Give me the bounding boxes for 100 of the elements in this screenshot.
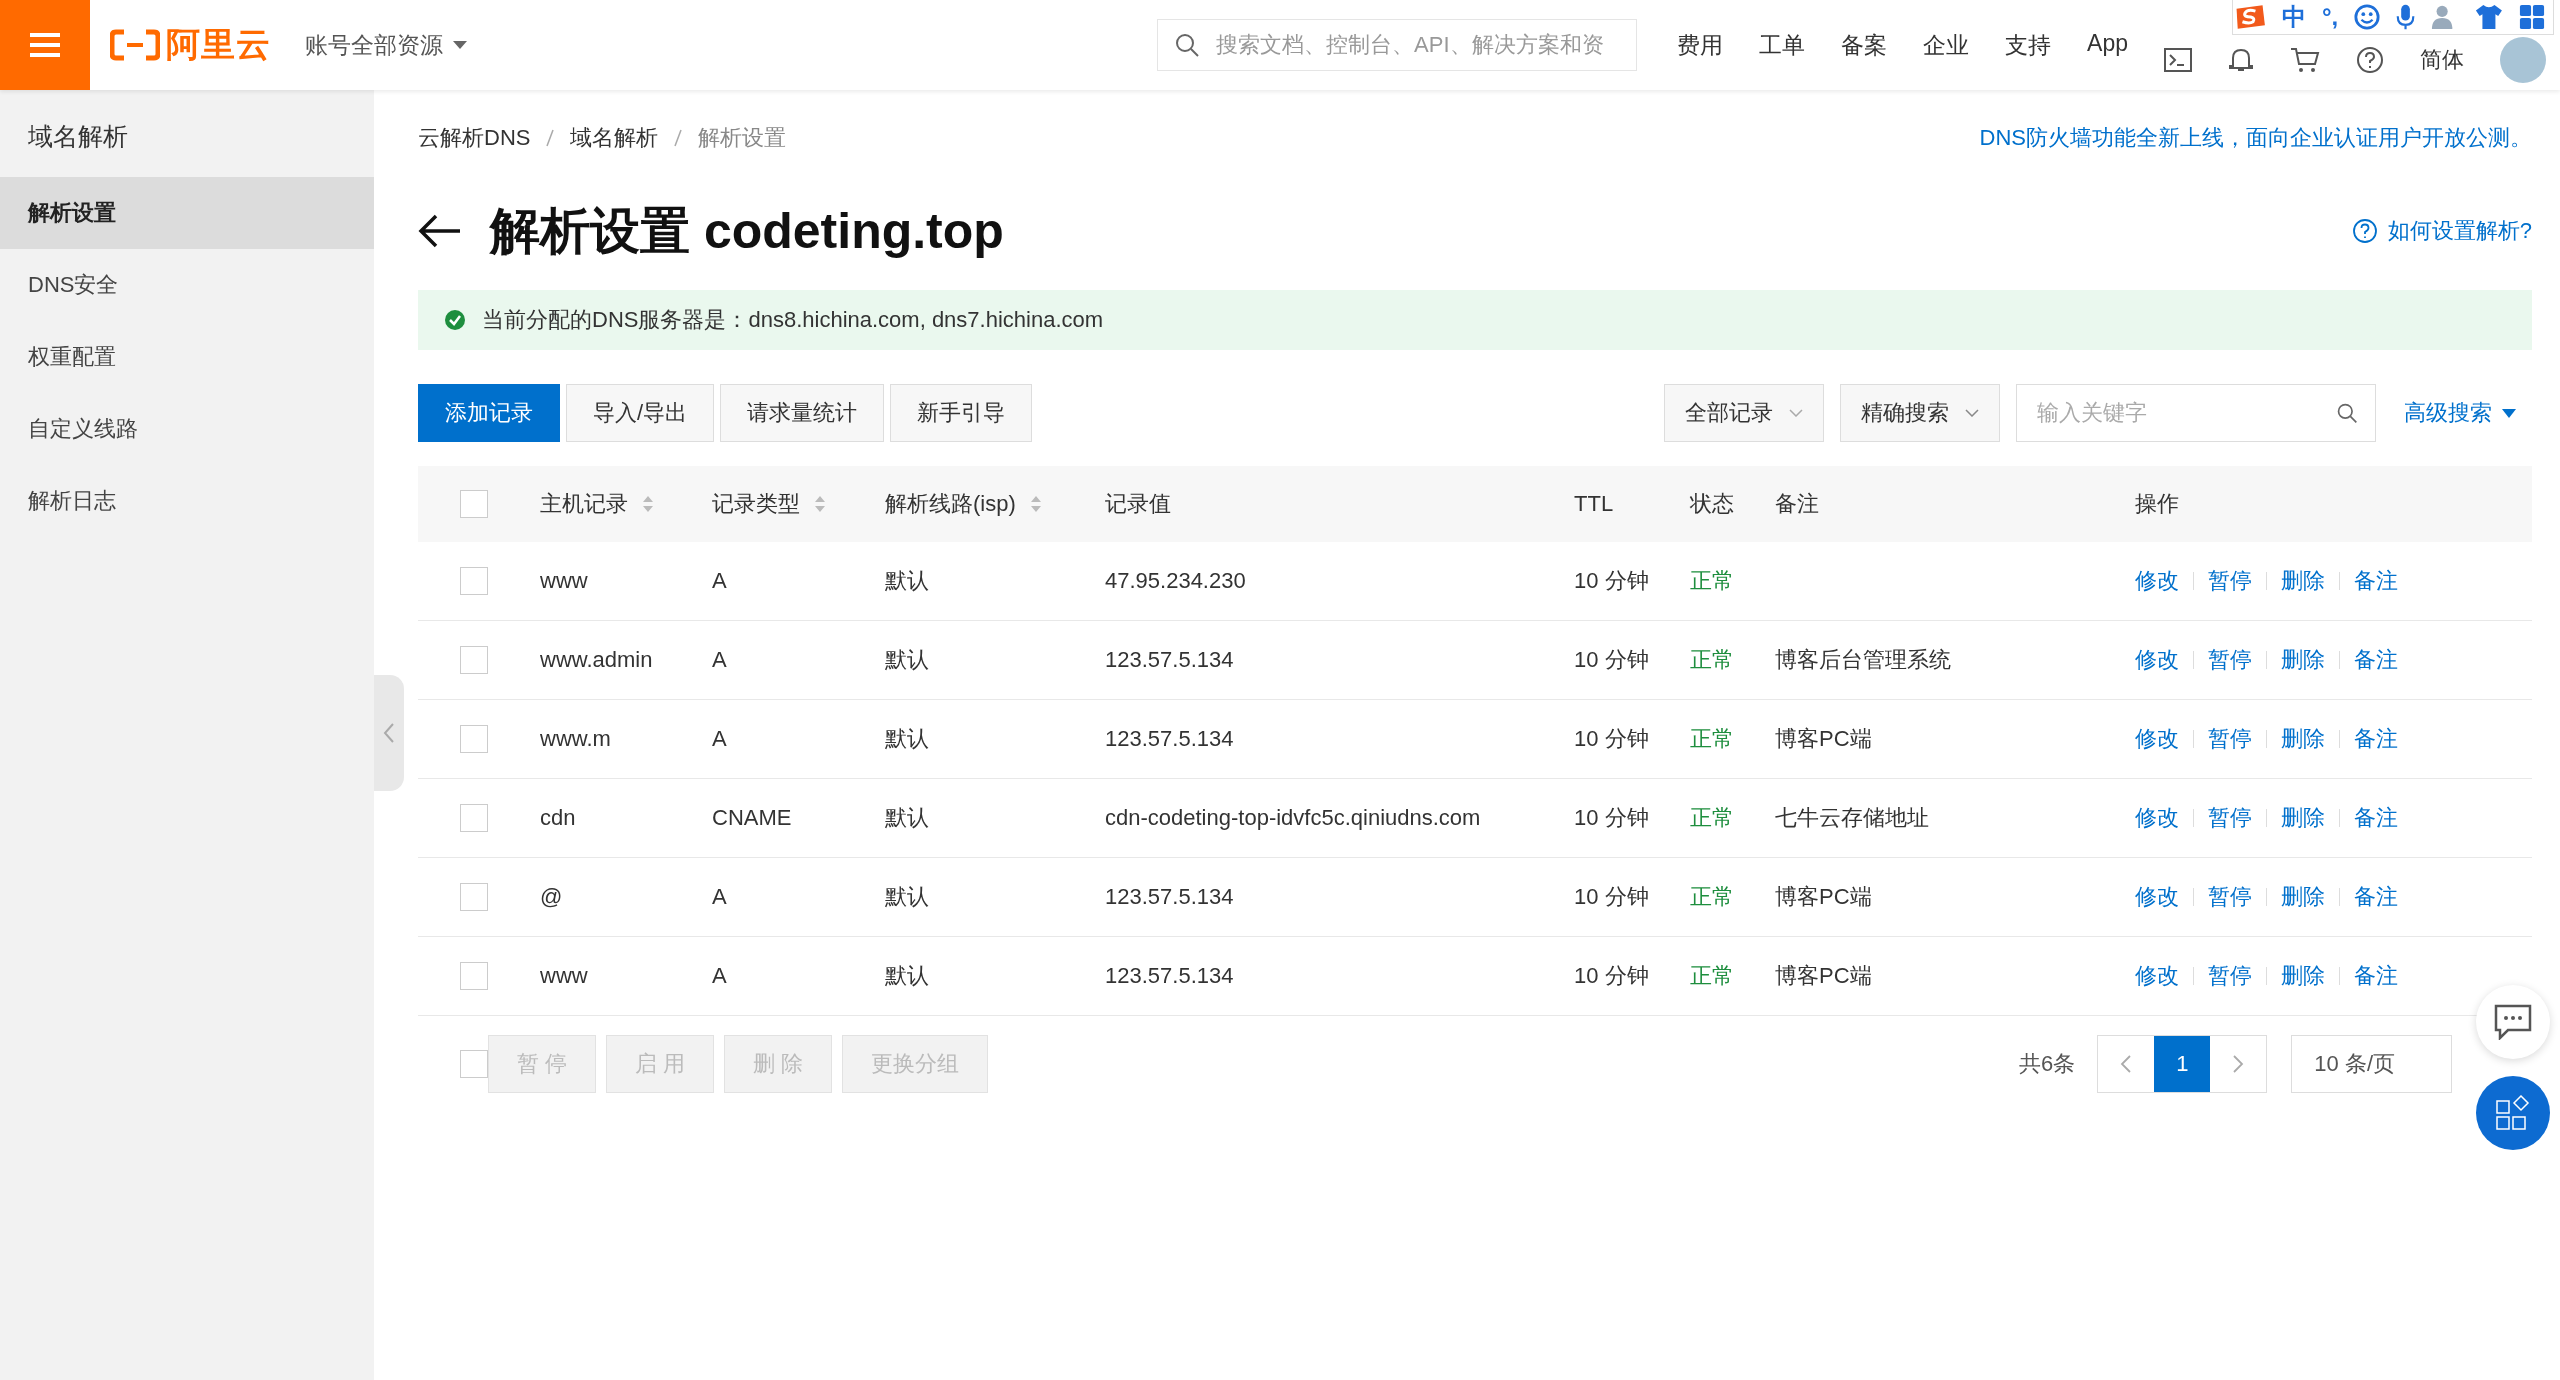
nav-link[interactable]: 企业 (1923, 29, 1970, 61)
table-cell: CNAME (712, 805, 792, 831)
checkbox[interactable] (460, 962, 488, 990)
advanced-search-link[interactable]: 高级搜索 (2404, 398, 2516, 428)
search-icon[interactable] (2336, 402, 2358, 424)
search-field[interactable]: 搜索文档、控制台、API、解决方案和资 (1157, 19, 1638, 71)
action-link[interactable]: 修改 (2135, 803, 2179, 833)
action-link[interactable]: 暂停 (2208, 961, 2252, 991)
ime-mode[interactable]: 中 (2282, 2, 2306, 32)
action-link[interactable]: 暂停 (2208, 645, 2252, 675)
microphone-icon[interactable] (2396, 4, 2416, 30)
sort-icon[interactable] (642, 494, 654, 514)
action-link[interactable]: 修改 (2135, 566, 2179, 596)
sort-icon[interactable] (814, 494, 826, 514)
breadcrumb-link[interactable]: 解析设置 (698, 123, 787, 153)
checkbox[interactable] (460, 1050, 488, 1078)
table-cell-text: 默认 (885, 567, 929, 595)
nav-link[interactable]: 支持 (2005, 29, 2052, 61)
sidebar-item[interactable]: 自定义线路 (0, 393, 374, 465)
column-header[interactable]: 操作 (2135, 489, 2179, 519)
checkbox[interactable] (460, 725, 488, 753)
keyword-search-field[interactable]: 输入关键字 (2016, 384, 2376, 442)
nav-link[interactable]: 备案 (1841, 29, 1888, 61)
help-link[interactable]: 如何设置解析? (2387, 216, 2532, 246)
chevron-down-icon (1789, 409, 1803, 417)
action-link[interactable]: 暂停 (2208, 566, 2252, 596)
toolbar-button[interactable]: 导入/导出 (566, 384, 715, 442)
action-link[interactable]: 修改 (2135, 724, 2179, 754)
toolbar-button[interactable]: 请求量统计 (720, 384, 885, 442)
smiley-icon[interactable] (2354, 4, 2381, 30)
action-link[interactable]: 暂停 (2208, 882, 2252, 912)
column-header[interactable]: 记录值 (1105, 489, 1171, 519)
table-cell-text: 博客后台管理系统 (1775, 646, 1951, 674)
cart-icon[interactable] (2290, 46, 2320, 74)
action-link[interactable]: 暂停 (2208, 803, 2252, 833)
bell-icon[interactable] (2228, 46, 2254, 74)
ime-punctuation[interactable]: °, (2322, 2, 2339, 32)
column-header[interactable]: 备注 (1775, 489, 1819, 519)
checkbox[interactable] (460, 804, 488, 832)
action-link[interactable]: 备注 (2354, 724, 2398, 754)
chevron-left-icon (2120, 1054, 2133, 1074)
action-link[interactable]: 修改 (2135, 961, 2179, 991)
breadcrumb-link[interactable]: 域名解析 (570, 123, 659, 153)
action-link[interactable]: 删除 (2281, 724, 2325, 754)
action-link[interactable]: 备注 (2354, 961, 2398, 991)
toolbar-button[interactable]: 新手引导 (890, 384, 1033, 442)
sidebar-item[interactable]: 权重配置 (0, 321, 374, 393)
action-link[interactable]: 备注 (2354, 803, 2398, 833)
record-filter-dropdown[interactable]: 全部记录 (1664, 384, 1824, 442)
search-mode-dropdown[interactable]: 精确搜索 (1840, 384, 2000, 442)
action-link[interactable]: 修改 (2135, 645, 2179, 675)
checkbox[interactable] (460, 567, 488, 595)
action-link[interactable]: 删除 (2281, 566, 2325, 596)
success-icon (444, 309, 466, 331)
notice-link[interactable]: DNS防火墙功能全新上线，面向企业认证用户开放公测。 (1979, 123, 2532, 153)
page-button[interactable]: 1 (2154, 1036, 2211, 1092)
back-arrow-icon[interactable] (418, 213, 462, 249)
column-header[interactable]: 状态 (1690, 489, 1734, 519)
action-link[interactable]: 删除 (2281, 961, 2325, 991)
page-size-dropdown[interactable]: 10 条/页 (2291, 1035, 2452, 1093)
action-link[interactable]: 备注 (2354, 645, 2398, 675)
sort-icon[interactable] (1029, 494, 1042, 514)
collapse-tab[interactable] (374, 675, 404, 791)
action-link[interactable]: 备注 (2354, 882, 2398, 912)
logo-text: 阿里云 (166, 24, 271, 65)
table-cell-text: 博客PC端 (1775, 962, 1872, 990)
table-cell: @ (540, 884, 563, 910)
breadcrumb-link[interactable]: 云解析DNS (418, 123, 531, 153)
table-cell-text: 10 分钟 (1574, 567, 1649, 595)
column-header[interactable]: 解析线路(isp) (885, 489, 1042, 519)
avatar[interactable] (2500, 37, 2546, 83)
action-link[interactable]: 删除 (2281, 645, 2325, 675)
toolbar-button[interactable]: 添加记录 (418, 384, 560, 442)
action-link[interactable]: 删除 (2281, 803, 2325, 833)
grid-icon[interactable] (2519, 4, 2545, 30)
column-header[interactable]: 主机记录 (540, 489, 654, 519)
nav-link[interactable]: 费用 (1677, 29, 1724, 61)
checkbox[interactable] (460, 490, 488, 518)
nav-link[interactable]: App (2087, 29, 2128, 61)
shirt-icon[interactable] (2475, 4, 2503, 30)
language-link[interactable]: 简体 (2420, 45, 2464, 75)
table-cell: www (540, 963, 588, 989)
table-cell: www (540, 568, 588, 594)
checkbox[interactable] (460, 646, 488, 674)
sidebar-item[interactable]: DNS安全 (0, 249, 374, 321)
nav-link[interactable]: 工单 (1759, 29, 1806, 61)
sidebar-item[interactable]: 解析日志 (0, 465, 374, 537)
action-link[interactable]: 删除 (2281, 882, 2325, 912)
account-dropdown[interactable]: 账号全部资源 (299, 28, 473, 62)
checkbox[interactable] (460, 883, 488, 911)
action-link[interactable]: 修改 (2135, 882, 2179, 912)
help-icon[interactable] (2356, 46, 2384, 74)
column-header[interactable]: TTL (1574, 491, 1614, 517)
column-header[interactable]: 记录类型 (712, 489, 826, 519)
menu-button[interactable] (0, 0, 90, 90)
action-link[interactable]: 备注 (2354, 566, 2398, 596)
action-link[interactable]: 暂停 (2208, 724, 2252, 754)
terminal-icon[interactable] (2164, 48, 2192, 72)
chat-button[interactable] (2476, 985, 2550, 1059)
sidebar-item[interactable]: 解析设置 (0, 177, 374, 249)
